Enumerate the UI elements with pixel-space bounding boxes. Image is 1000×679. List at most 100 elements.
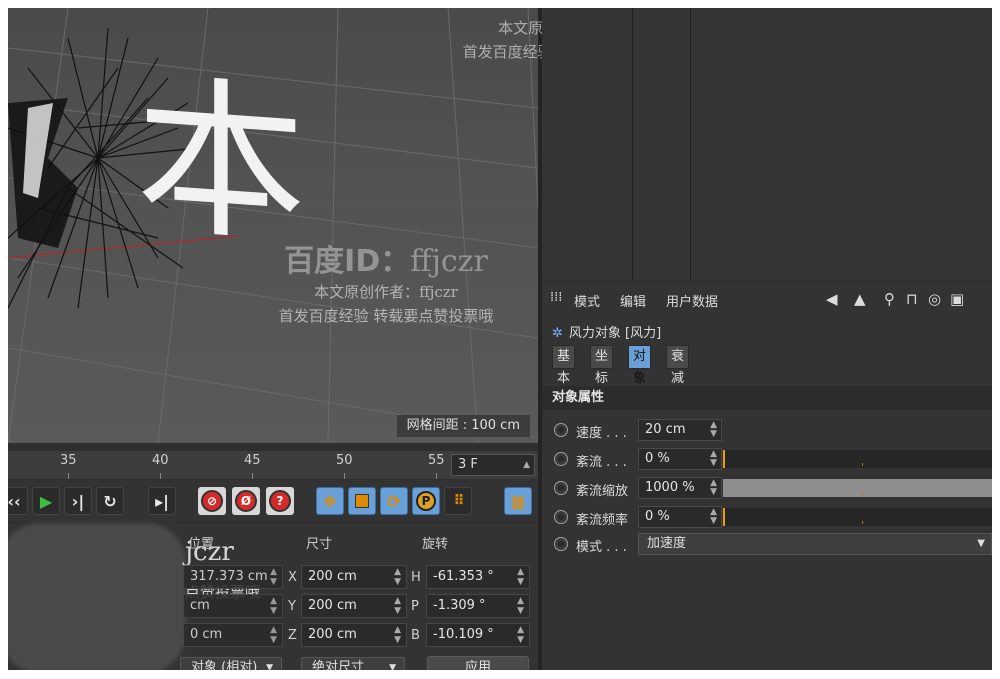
property-label: 紊流 . . . [576, 455, 627, 470]
timeline-tick: 55 [428, 453, 445, 468]
animate-radio[interactable] [554, 481, 568, 495]
animate-radio[interactable] [554, 537, 568, 551]
column-divider[interactable] [690, 8, 691, 280]
goto-end-icon[interactable]: ▸| [148, 487, 176, 515]
transport-bar: ‹‹ ▶ ›| ↻ ▸| ⊘ Ø ? ✥ ⟳ P ⠿ ▦ [8, 480, 538, 522]
size-x-field[interactable]: 200 cm ▲ ▼ [301, 565, 407, 589]
speed-field[interactable]: 20 cm ▲ ▼ [638, 419, 722, 441]
cinema4d-window: 本 网格间距 : 100 cm 百度ID：ffjczr 本文原创作者：ffjcz… [8, 8, 992, 670]
redacted-area [8, 523, 186, 670]
position-header: 位置 [188, 537, 215, 552]
rotate-icon[interactable]: ⟳ [380, 487, 408, 515]
tab-object[interactable]: 对象 [628, 345, 652, 386]
property-row-turbulence: 紊流 . . . 0 % ▲ ▼ [542, 447, 992, 471]
size-y-field[interactable]: 200 cm ▲ ▼ [301, 594, 407, 618]
grip-icon[interactable]: ⁞⁞⁞ [550, 290, 562, 305]
coordinate-manager: jczr 点赞投票哦 位置 尺寸 旋转 317.373 cm ▲ ▼ cm ▲ ▼ 0 … [8, 523, 538, 670]
position-x-field[interactable]: 317.373 cm ▲ ▼ [183, 565, 283, 589]
turbulence-slider[interactable] [723, 450, 992, 468]
size-z-field[interactable]: 200 cm ▲ ▼ [301, 623, 407, 647]
rotation-p-field[interactable]: -1.309 ° ▲ ▼ [426, 594, 530, 618]
tick-mark [160, 473, 161, 479]
loop-icon[interactable]: ↻ [96, 487, 124, 515]
param-icon[interactable]: P [412, 487, 440, 515]
lock-icon[interactable]: ⊓ [906, 290, 918, 308]
next-key-icon[interactable]: ›| [64, 487, 92, 515]
tick-mark [68, 473, 69, 479]
menu-user-data[interactable]: 用户数据 [666, 291, 718, 310]
current-frame-field[interactable]: 3 F ▲▼ [451, 454, 535, 490]
chevron-down-icon: ▼ [977, 538, 985, 549]
prev-key-icon[interactable]: ‹‹ [8, 487, 28, 515]
section-header: 对象属性 [542, 386, 992, 410]
chevron-down-icon: ▼ [266, 663, 273, 670]
search-icon[interactable]: ⚲ [884, 290, 895, 308]
column-divider[interactable] [632, 8, 633, 280]
turbulence-scale-slider[interactable] [723, 479, 992, 497]
rotation-b-field[interactable]: -10.109 ° ▲ ▼ [426, 623, 530, 647]
timeline-tick: 50 [336, 453, 353, 468]
size-axis-label: Y [288, 599, 296, 614]
film-icon[interactable]: ▦ [504, 487, 532, 515]
timeline-tick: 40 [152, 453, 169, 468]
size-axis-label: X [288, 570, 297, 585]
property-row-speed: 速度 . . . 20 cm ▲ ▼ [542, 418, 992, 442]
turbulence-field[interactable]: 0 % ▲ ▼ [638, 448, 722, 470]
apply-button[interactable]: 应用 [427, 656, 529, 670]
property-label: 紊流频率 [576, 513, 629, 528]
timeline-ruler[interactable]: 35 40 45 50 55 3 F ▲▼ [8, 451, 538, 490]
play-icon[interactable]: ▶ [32, 487, 60, 515]
new-panel-icon[interactable]: ▣ [950, 290, 964, 308]
tick-mark [344, 473, 345, 479]
object-manager[interactable] [542, 8, 992, 280]
move-icon[interactable]: ✥ [316, 487, 344, 515]
property-label: 速度 . . . [576, 426, 627, 441]
size-axis-label: Z [288, 628, 297, 643]
up-arrow-icon[interactable]: ▲ [854, 290, 866, 308]
keyframe-help-icon[interactable]: ? [266, 487, 294, 515]
tab-coord[interactable]: 坐标 [590, 345, 614, 386]
target-icon[interactable]: ◎ [928, 290, 941, 308]
tick-mark [252, 473, 253, 479]
tab-basic[interactable]: 基本 [552, 345, 576, 386]
tab-falloff[interactable]: 衰减 [666, 345, 690, 386]
wind-object-icon: ✲ [552, 326, 563, 341]
rotation-axis-label: P [411, 599, 419, 614]
scale-icon[interactable] [348, 487, 376, 515]
autokey-icon[interactable]: Ø [232, 487, 260, 515]
3d-viewport[interactable]: 本 网格间距 : 100 cm [8, 8, 538, 443]
property-row-turbulence-scale: 紊流缩放 1000 % ▲ ▼ [542, 476, 992, 500]
animate-radio[interactable] [554, 510, 568, 524]
rotation-axis-label: B [411, 628, 420, 643]
rotation-h-field[interactable]: -61.353 ° ▲ ▼ [426, 565, 530, 589]
turbulence-scale-field[interactable]: 1000 % ▲ ▼ [638, 477, 722, 499]
tick-mark [436, 473, 437, 479]
size-mode-dropdown[interactable]: 绝对尺寸 ▼ [301, 657, 405, 670]
rotation-header: 旋转 [422, 537, 449, 552]
property-label: 紊流缩放 [576, 484, 629, 499]
chevron-down-icon: ▼ [389, 663, 396, 670]
position-y-field[interactable]: cm ▲ ▼ [183, 594, 283, 618]
size-header: 尺寸 [306, 537, 333, 552]
turbulence-frequency-slider[interactable] [723, 508, 992, 526]
timeline-tick: 45 [244, 453, 261, 468]
menu-edit[interactable]: 编辑 [620, 291, 646, 310]
animate-radio[interactable] [554, 423, 568, 437]
big-3d-text: 本 [136, 58, 307, 268]
points-icon[interactable]: ⠿ [444, 487, 472, 515]
wind-mode-dropdown[interactable]: 加速度 ▼ [638, 533, 992, 555]
back-arrow-icon[interactable]: ◀ [826, 290, 838, 308]
attribute-manager: ⁞⁞⁞ 模式 编辑 用户数据 ◀ ▲ ⚲ ⊓ ◎ ▣ ✲ 风力对象 [风力] 基本… [542, 282, 992, 670]
rotation-axis-label: H [411, 570, 421, 585]
property-row-mode: 模式 . . . 加速度 ▼ [542, 532, 992, 556]
property-label: 模式 . . . [576, 540, 627, 555]
record-icon[interactable]: ⊘ [198, 487, 226, 515]
animate-radio[interactable] [554, 452, 568, 466]
position-z-field[interactable]: 0 cm ▲ ▼ [183, 623, 283, 647]
menu-mode[interactable]: 模式 [574, 291, 600, 310]
turbulence-frequency-field[interactable]: 0 % ▲ ▼ [638, 506, 722, 528]
object-title: ✲ 风力对象 [风力] [552, 326, 662, 341]
coordinate-mode-dropdown[interactable]: 对象 (相对) ▼ [180, 657, 282, 670]
timeline-tick: 35 [60, 453, 77, 468]
current-frame-value: 3 F [458, 457, 478, 472]
